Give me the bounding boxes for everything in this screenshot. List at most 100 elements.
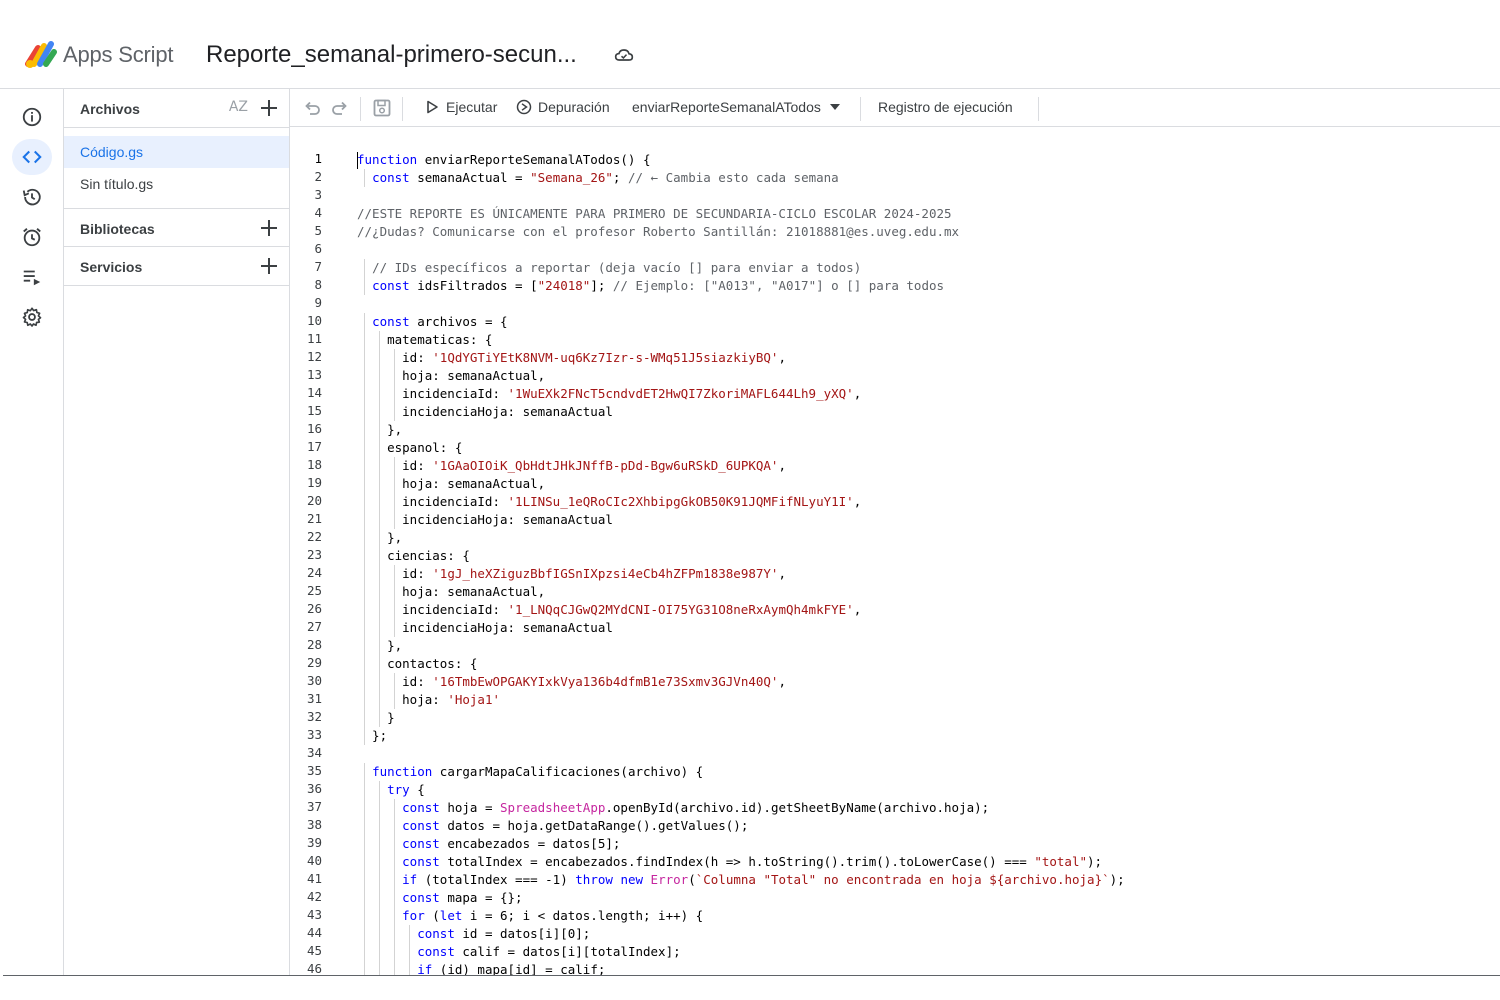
code-line[interactable]: const datos = hoja.getDataRange().getVal… bbox=[357, 817, 748, 835]
file-item-codigo[interactable]: Código.gs bbox=[64, 136, 289, 168]
indent-guide bbox=[394, 907, 396, 925]
code-line[interactable]: const idsFiltrados = ["24018"]; // Ejemp… bbox=[357, 277, 944, 295]
code-line[interactable]: hoja: semanaActual, bbox=[357, 367, 545, 385]
triggers-button[interactable] bbox=[12, 219, 52, 255]
code-line[interactable]: // IDs específicos a reportar (deja vací… bbox=[357, 259, 861, 277]
editor-button[interactable] bbox=[12, 139, 52, 175]
indent-guide bbox=[364, 259, 365, 277]
apps-script-logo-icon[interactable] bbox=[24, 40, 58, 70]
code-line[interactable]: function enviarReporteSemanalATodos() { bbox=[357, 151, 651, 169]
code-line[interactable]: espanol: { bbox=[357, 439, 462, 457]
execution-log-button[interactable]: Registro de ejecución bbox=[878, 99, 1013, 115]
code-line[interactable]: hoja: semanaActual, bbox=[357, 583, 545, 601]
code-line[interactable]: const semanaActual = "Semana_26"; // ← C… bbox=[357, 169, 839, 187]
overview-button[interactable] bbox=[12, 99, 52, 135]
code-line[interactable]: matematicas: { bbox=[357, 331, 492, 349]
indent-guide bbox=[379, 331, 381, 349]
run-button[interactable]: Ejecutar bbox=[424, 99, 497, 115]
code-line[interactable]: contactos: { bbox=[357, 655, 477, 673]
code-line[interactable]: }; bbox=[357, 727, 387, 745]
indent-guide bbox=[364, 457, 365, 475]
code-line[interactable]: const archivos = { bbox=[357, 313, 507, 331]
code-line[interactable]: const hoja = SpreadsheetApp.openById(arc… bbox=[357, 799, 989, 817]
code-line[interactable]: const id = datos[i][0]; bbox=[357, 925, 590, 943]
executions-button[interactable] bbox=[12, 259, 52, 295]
indent-guide bbox=[364, 349, 365, 367]
code-line[interactable]: function cargarMapaCalificaciones(archiv… bbox=[357, 763, 703, 781]
code-line[interactable]: id: '16TmbEwOPGAKYIxkVya136b4dfmB1e73Sxm… bbox=[357, 673, 786, 691]
indent-guide bbox=[394, 871, 396, 889]
code-line[interactable]: incidenciaId: '1LINSu_1eQRoCIc2XhbipgGkO… bbox=[357, 493, 861, 511]
indent-guide bbox=[364, 403, 365, 421]
code-line[interactable]: try { bbox=[357, 781, 425, 799]
code-line[interactable]: } bbox=[357, 709, 395, 727]
indent-guide bbox=[364, 925, 365, 943]
versions-button[interactable] bbox=[12, 179, 52, 215]
line-number: 46 bbox=[306, 961, 322, 976]
indent-guide bbox=[379, 709, 381, 727]
code-line[interactable]: const encabezados = datos[5]; bbox=[357, 835, 620, 853]
code-line[interactable]: hoja: semanaActual, bbox=[357, 475, 545, 493]
line-number: 11 bbox=[306, 331, 322, 346]
services-label: Servicios bbox=[80, 259, 143, 275]
indent-guide bbox=[379, 547, 381, 565]
code-line[interactable]: //¿Dudas? Comunicarse con el profesor Ro… bbox=[357, 223, 959, 241]
indent-guide bbox=[379, 925, 381, 943]
debug-button[interactable]: Depuración bbox=[516, 99, 610, 115]
indent-guide bbox=[379, 583, 381, 601]
app-name[interactable]: Apps Script bbox=[63, 42, 173, 68]
indent-guide bbox=[364, 835, 365, 853]
code-line[interactable]: incidenciaHoja: semanaActual bbox=[357, 511, 613, 529]
info-icon bbox=[22, 107, 42, 127]
code-icon bbox=[22, 150, 42, 164]
settings-button[interactable] bbox=[12, 299, 52, 335]
line-number: 39 bbox=[306, 835, 322, 850]
code-line[interactable]: //ESTE REPORTE ES ÚNICAMENTE PARA PRIMER… bbox=[357, 205, 952, 223]
redo-icon[interactable] bbox=[330, 98, 350, 118]
code-line[interactable]: const totalIndex = encabezados.findIndex… bbox=[357, 853, 1102, 871]
indent-guide bbox=[409, 925, 411, 943]
sort-az-icon[interactable]: AZ bbox=[229, 99, 248, 115]
code-line[interactable]: const mapa = {}; bbox=[357, 889, 522, 907]
toolbar-divider bbox=[402, 97, 403, 121]
code-line[interactable]: incidenciaHoja: semanaActual bbox=[357, 403, 613, 421]
line-number: 15 bbox=[306, 403, 322, 418]
code-editor[interactable]: 1 2 3 4 5 6 7 8 9 10 11 12 13 14 15 16 17 18 19 20 21 22 23 24 2… bbox=[290, 127, 1500, 976]
indent-guide bbox=[379, 889, 381, 907]
files-section-header: Archivos AZ bbox=[64, 89, 290, 128]
line-number: 40 bbox=[306, 853, 322, 868]
file-item-sin-titulo[interactable]: Sin título.gs bbox=[64, 168, 289, 200]
code-line[interactable]: id: '1gJ_heXZiguzBbfIGSnIXpzsi4eCb4hZFPm… bbox=[357, 565, 786, 583]
save-icon[interactable] bbox=[372, 98, 392, 118]
code-line[interactable]: const calif = datos[i][totalIndex]; bbox=[357, 943, 680, 961]
indent-guide bbox=[364, 763, 365, 781]
line-number: 2 bbox=[314, 169, 322, 184]
code-line[interactable]: id: '1QdYGTiYEtK8NVM-uq6Kz7Izr-s-WMq51J5… bbox=[357, 349, 786, 367]
code-line[interactable]: incidenciaHoja: semanaActual bbox=[357, 619, 613, 637]
code-line[interactable]: incidenciaId: '1_LNQqCJGwQ2MYdCNI-OI75YG… bbox=[357, 601, 861, 619]
indent-guide bbox=[409, 943, 411, 961]
undo-icon[interactable] bbox=[302, 98, 322, 118]
indent-guide bbox=[379, 403, 381, 421]
function-select[interactable]: enviarReporteSemanalATodos bbox=[632, 99, 843, 115]
indent-guide bbox=[379, 565, 381, 583]
code-line[interactable]: for (let i = 6; i < datos.length; i++) { bbox=[357, 907, 703, 925]
history-icon bbox=[22, 188, 41, 206]
indent-guide bbox=[379, 619, 381, 637]
line-number: 12 bbox=[306, 349, 322, 364]
add-file-plus-icon[interactable] bbox=[258, 97, 280, 119]
code-line[interactable]: if (totalIndex === -1) throw new Error(`… bbox=[357, 871, 1125, 889]
add-library-plus-icon[interactable] bbox=[258, 217, 280, 239]
add-service-plus-icon[interactable] bbox=[258, 255, 280, 277]
indent-guide bbox=[379, 961, 381, 976]
line-number: 21 bbox=[306, 511, 322, 526]
indent-guide bbox=[364, 313, 365, 331]
indent-guide bbox=[379, 637, 381, 655]
code-line[interactable]: id: '1GAaOIOiK_QbHdtJHkJNffB-pDd-Bgw6uRS… bbox=[357, 457, 786, 475]
line-number: 14 bbox=[306, 385, 322, 400]
code-line[interactable]: incidenciaId: '1WuEXk2FNcT5cndvdET2HwQI7… bbox=[357, 385, 861, 403]
code-line[interactable]: ciencias: { bbox=[357, 547, 470, 565]
indent-guide bbox=[364, 547, 365, 565]
project-title[interactable]: Reporte_semanal-primero-secun... bbox=[206, 41, 577, 69]
line-number: 45 bbox=[306, 943, 322, 958]
